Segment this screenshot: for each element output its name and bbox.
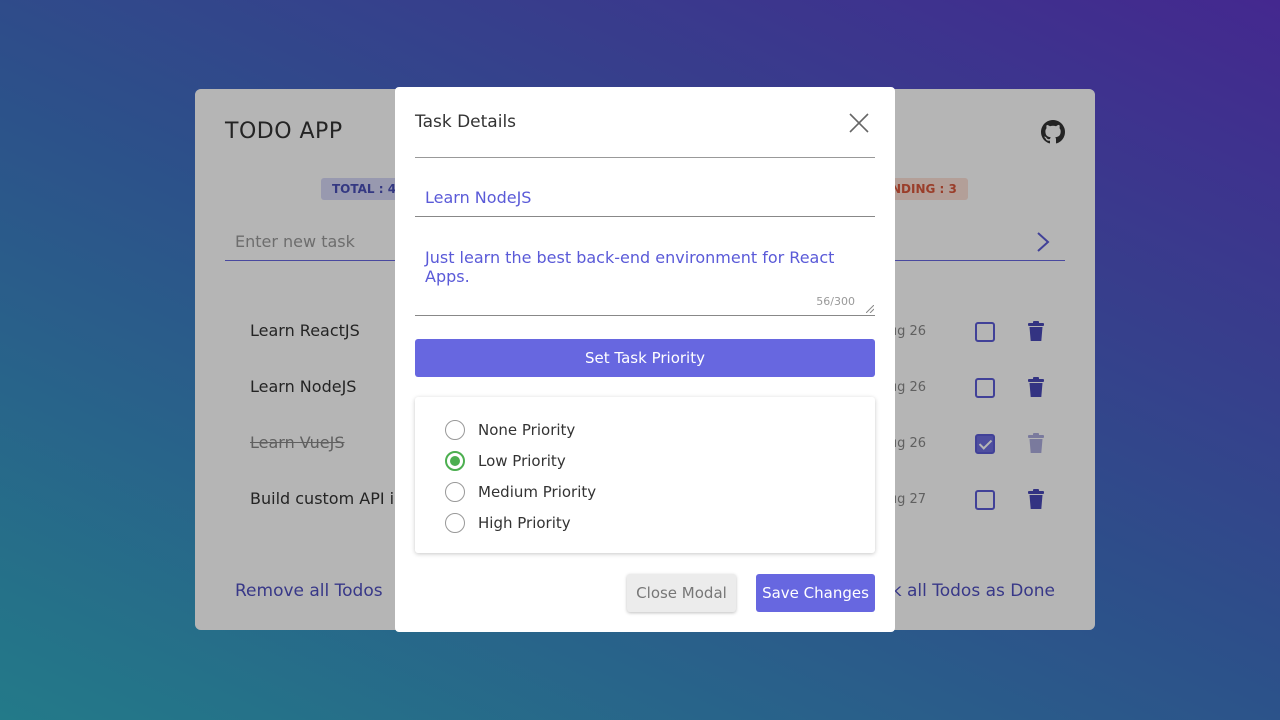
priority-options-panel: None Priority Low Priority Medium Priori…	[415, 397, 875, 553]
radio-button[interactable]	[445, 482, 465, 502]
save-changes-button[interactable]: Save Changes	[756, 574, 875, 612]
priority-option-label: Medium Priority	[478, 483, 597, 501]
task-title-input[interactable]	[415, 181, 875, 214]
radio-button[interactable]	[445, 420, 465, 440]
resize-grip-icon[interactable]	[866, 305, 874, 313]
close-icon[interactable]	[847, 111, 871, 135]
task-details-modal: Task Details Just learn the best back-en…	[395, 87, 895, 632]
task-description-input[interactable]: Just learn the best back-end environment…	[415, 245, 875, 305]
priority-option-label: Low Priority	[478, 452, 566, 470]
priority-option-label: High Priority	[478, 514, 571, 532]
radio-button[interactable]	[445, 451, 465, 471]
modal-title: Task Details	[415, 112, 517, 132]
description-counter: 56/300	[816, 295, 855, 308]
close-modal-button[interactable]: Close Modal	[627, 574, 736, 612]
set-priority-button[interactable]: Set Task Priority	[415, 339, 875, 377]
priority-option-label: None Priority	[478, 421, 576, 439]
task-description-field: Just learn the best back-end environment…	[415, 245, 875, 316]
radio-button[interactable]	[445, 513, 465, 533]
modal-divider	[415, 157, 875, 158]
task-title-field	[415, 181, 875, 217]
